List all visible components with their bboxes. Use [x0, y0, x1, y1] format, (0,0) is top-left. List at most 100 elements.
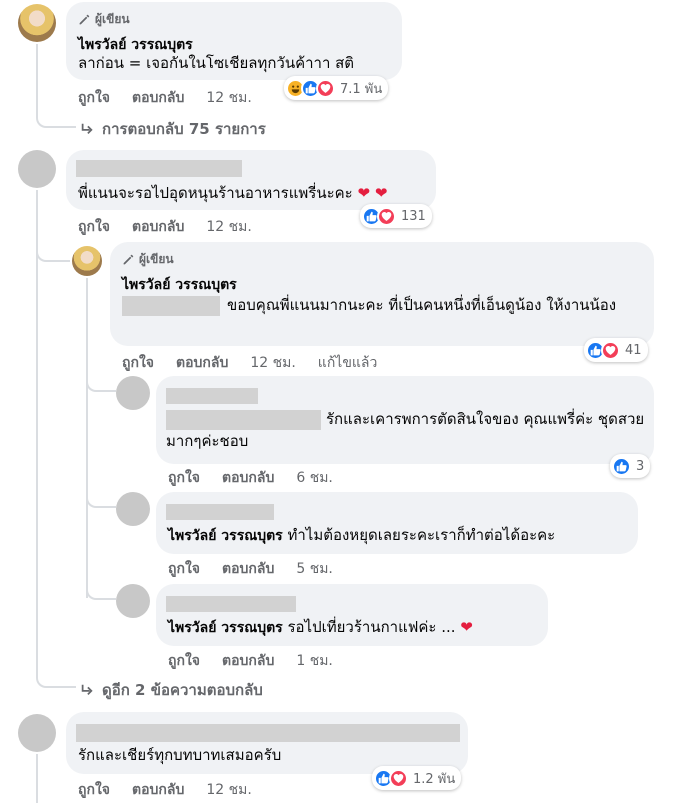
reaction-count: 3 — [636, 458, 645, 474]
like-button[interactable]: ถูกใจ — [122, 352, 154, 374]
like-button[interactable]: ถูกใจ — [78, 216, 110, 238]
thread-curve — [36, 236, 70, 262]
comment-actions: ถูกใจ ตอบกลับ 12 ชม. — [78, 87, 252, 109]
reply-button[interactable]: ตอบกลับ — [176, 352, 228, 374]
redacted-name — [166, 504, 274, 520]
reply-button[interactable]: ตอบกลับ — [222, 650, 274, 672]
comment-time[interactable]: 12 ชม. — [206, 779, 251, 801]
reply-button[interactable]: ตอบกลับ — [222, 558, 274, 580]
love-reaction-icon — [316, 78, 335, 98]
reply-time[interactable]: 6 ชม. — [296, 467, 333, 489]
reply-time[interactable]: 1 ชม. — [296, 650, 333, 672]
redacted-name — [166, 388, 258, 404]
reply-text: รักและเคารพการตัดสินใจของ คุณแพรี่ค่ะ ชุ… — [166, 410, 645, 450]
reply-time[interactable]: 12 ชม. — [250, 352, 295, 374]
comment-text: ลาก่อน = เจอกันในโซเชียลทุกวันค้าาา สติ — [78, 54, 355, 72]
reply-text: ไพรวัลย์ วรรณบุตร ทำไมต้องหยุดเลยระคะเรา… — [168, 524, 555, 547]
thread-curve — [86, 580, 116, 600]
author-avatar[interactable] — [72, 246, 102, 276]
tagged-name[interactable]: ไพรวัลย์ วรรณบุตร — [168, 620, 283, 636]
reply-actions: ถูกใจ ตอบกลับ 12 ชม. แก้ไขแล้ว — [122, 352, 377, 374]
reply-button[interactable]: ตอบกลับ — [132, 779, 184, 801]
author-badge: ผู้เขียน — [122, 250, 174, 269]
reaction-count: 7.1 พัน — [340, 81, 383, 97]
reply-bubble: ผู้เขียน ไพรวัลย์ วรรณบุตร ขอบคุณพี่แนนม… — [110, 242, 654, 346]
reply-bubble: รักและเคารพการตัดสินใจของ คุณแพรี่ค่ะ ชุ… — [156, 376, 654, 464]
thread-curve — [36, 660, 76, 688]
reaction-count: 131 — [401, 208, 426, 224]
reaction-summary[interactable]: 7.1 พัน — [284, 76, 389, 100]
reply-time[interactable]: 5 ชม. — [296, 558, 333, 580]
reply-bubble: ไพรวัลย์ วรรณบุตร รอไปเที่ยวร้านกาแฟค่ะ … — [156, 584, 548, 646]
comment-bubble: รักและเชียร์ทุกบทบาทเสมอครับ — [66, 712, 468, 774]
comment-bubble: พี่แนนจะรอไปอุดหนุนร้านอาหารแพรี่นะคะ ❤ … — [66, 150, 436, 210]
edited-label[interactable]: แก้ไขแล้ว — [318, 352, 378, 374]
author-badge-label: ผู้เขียน — [139, 252, 174, 266]
reply-actions: ถูกใจ ตอบกลับ 5 ชม. — [168, 558, 333, 580]
reply-actions: ถูกใจ ตอบกลับ 1 ชม. — [168, 650, 333, 672]
view-replies-link[interactable]: การตอบกลับ 75 รายการ — [80, 117, 266, 141]
reply-arrow-icon — [81, 684, 93, 695]
reply-text-content: รอไปเที่ยวร้านกาแฟค่ะ ... — [287, 618, 456, 636]
heart-emoji-icon: ❤ — [455, 618, 473, 636]
reaction-summary[interactable]: 1.2 พัน — [372, 766, 462, 790]
commenter-name[interactable]: ไพรวัลย์ วรรณบุตร — [122, 274, 237, 296]
more-replies-link[interactable]: ดูอีก 2 ข้อความตอบกลับ — [80, 678, 263, 702]
thread-line — [36, 190, 38, 670]
like-button[interactable]: ถูกใจ — [168, 467, 200, 489]
thread-curve — [86, 378, 116, 392]
author-badge-label: ผู้เขียน — [95, 12, 130, 26]
thread-line — [86, 278, 88, 598]
reaction-summary[interactable]: 131 — [360, 204, 432, 228]
like-button[interactable]: ถูกใจ — [168, 558, 200, 580]
comment-actions: ถูกใจ ตอบกลับ 12 ชม. — [78, 779, 252, 801]
comment-text: รักและเชียร์ทุกบทบาทเสมอครับ — [78, 746, 282, 764]
comment-time[interactable]: 12 ชม. — [206, 87, 251, 109]
thread-line — [36, 44, 38, 114]
reply-actions: ถูกใจ ตอบกลับ 6 ชม. — [168, 467, 333, 489]
view-replies-label: การตอบกลับ 75 รายการ — [102, 120, 266, 138]
comment-time[interactable]: 12 ชม. — [206, 216, 251, 238]
like-button[interactable]: ถูกใจ — [78, 779, 110, 801]
tagged-name[interactable]: ไพรวัลย์ วรรณบุตร — [168, 528, 283, 544]
comment-text-content: พี่แนนจะรอไปอุดหนุนร้านอาหารแพรี่นะคะ — [78, 184, 353, 202]
love-reaction-icon — [389, 768, 408, 788]
reply-button[interactable]: ตอบกลับ — [132, 216, 184, 238]
reply-bubble: ไพรวัลย์ วรรณบุตร ทำไมต้องหยุดเลยระคะเรา… — [156, 492, 638, 554]
reply-text-content: ทำไมต้องหยุดเลยระคะเราก็ทำต่อได้อะคะ — [287, 526, 556, 544]
reply-button[interactable]: ตอบกลับ — [132, 87, 184, 109]
reply-arrow-icon — [81, 123, 93, 134]
comment-text: พี่แนนจะรอไปอุดหนุนร้านอาหารแพรี่นะคะ ❤ … — [78, 182, 387, 204]
comment-actions: ถูกใจ ตอบกลับ 12 ชม. — [78, 216, 252, 238]
redacted-name — [166, 596, 296, 612]
pencil-icon — [79, 14, 90, 25]
reaction-summary[interactable]: 41 — [584, 338, 648, 362]
thread-curve — [86, 490, 116, 508]
like-button[interactable]: ถูกใจ — [168, 650, 200, 672]
redacted-name — [76, 724, 460, 742]
commenter-avatar[interactable] — [18, 714, 56, 752]
reaction-summary[interactable]: 3 — [610, 454, 651, 478]
love-reaction-icon — [601, 340, 620, 360]
heart-emoji-icon: ❤ ❤ — [352, 184, 388, 202]
more-replies-label: ดูอีก 2 ข้อความตอบกลับ — [102, 681, 263, 699]
reply-text: ไพรวัลย์ วรรณบุตร รอไปเที่ยวร้านกาแฟค่ะ … — [168, 616, 473, 639]
pencil-icon — [123, 254, 134, 265]
reply-text: ขอบคุณพี่แนนมากนะคะ ที่เป็นคนหนึ่งที่เอ็… — [227, 296, 617, 314]
commenter-avatar[interactable] — [18, 150, 56, 188]
commenter-avatar[interactable] — [116, 376, 150, 410]
commenter-avatar[interactable] — [116, 584, 150, 618]
commenter-avatar[interactable] — [116, 492, 150, 526]
thread-line — [36, 754, 38, 803]
thread-curve — [36, 110, 76, 128]
reaction-count: 1.2 พัน — [413, 771, 456, 787]
author-badge: ผู้เขียน — [78, 10, 130, 29]
reply-button[interactable]: ตอบกลับ — [222, 467, 274, 489]
love-reaction-icon — [377, 206, 396, 226]
author-avatar[interactable] — [18, 4, 56, 42]
like-button[interactable]: ถูกใจ — [78, 87, 110, 109]
like-reaction-icon — [612, 456, 631, 476]
redacted-name — [76, 160, 242, 177]
comment-bubble: ผู้เขียน ไพรวัลย์ วรรณบุตร ลาก่อน = เจอก… — [66, 2, 402, 80]
reaction-count: 41 — [625, 342, 642, 358]
